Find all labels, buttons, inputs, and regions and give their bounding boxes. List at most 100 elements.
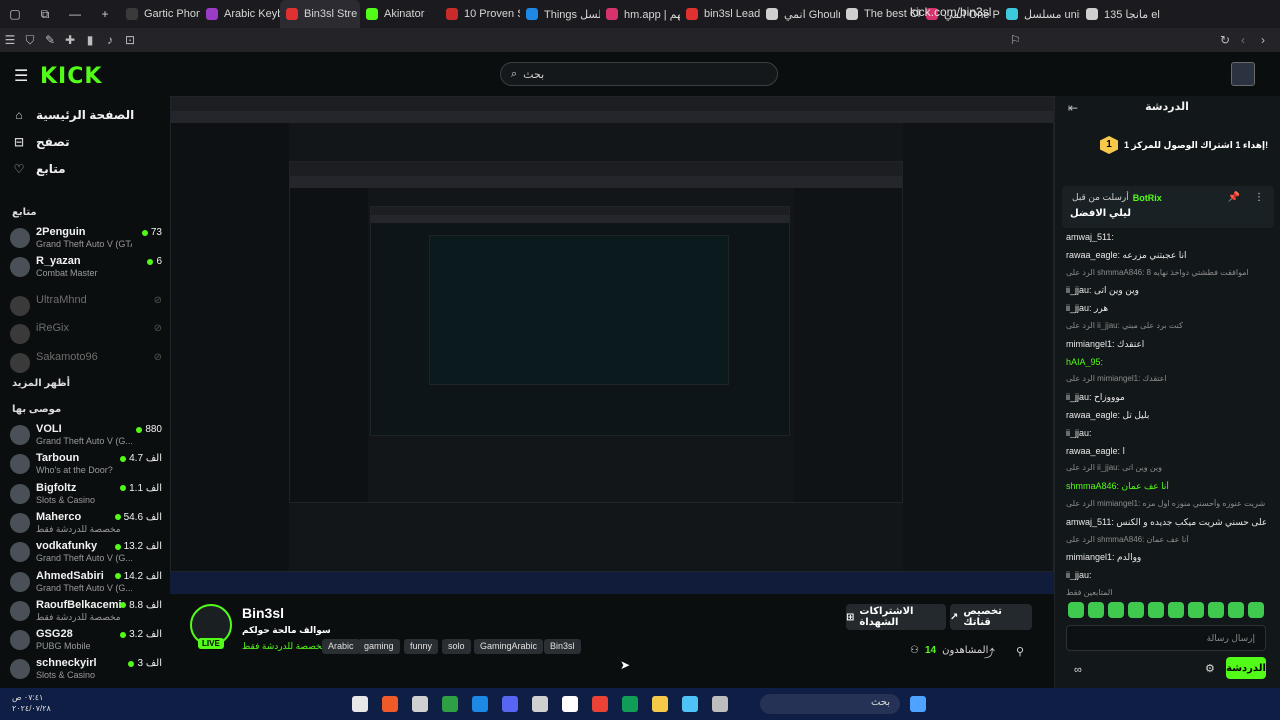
browser-tab[interactable]: Things مسلسل [520, 0, 600, 28]
chat-reply-context[interactable]: الرد على ii_jjau: كنت برد على مبني [1066, 321, 1266, 330]
stream-category[interactable]: مخصصة للدردشة فقط [242, 641, 327, 652]
taskbar-discord-icon[interactable] [502, 696, 518, 712]
customize-channel-button[interactable]: ↗ تخصيص قناتك [950, 604, 1032, 630]
stream-tag[interactable]: gaming [358, 639, 400, 654]
sidebar-channel[interactable]: iReGix ⊘ [10, 322, 162, 348]
user-avatar[interactable] [1231, 62, 1255, 86]
back-icon[interactable]: ‹ [1241, 33, 1245, 47]
taskbar-steam-tool-icon[interactable] [412, 696, 428, 712]
browser-tab[interactable]: Akinator [360, 0, 440, 28]
subscriptions-button[interactable]: ⊞ الاشتراكات الشهداة [846, 604, 946, 630]
chat-message[interactable]: rawaa_eagle: انا عجبتني مزرعه [1066, 250, 1266, 261]
sidebar-channel[interactable]: AhmedSabiri Grand Theft Auto V (G... 14.2 … [10, 570, 162, 596]
browser-tab[interactable]: The best ChatB [840, 0, 920, 28]
chat-message[interactable]: ii_jjau: موووزاح [1066, 392, 1266, 403]
chat-reply-context[interactable]: الرد على shmmaA846: أنا عف عمان [1066, 535, 1266, 544]
stream-tag[interactable]: Bin3sl [544, 639, 581, 654]
shield-icon[interactable]: ⛉ [20, 33, 40, 48]
emote-bar[interactable] [1068, 602, 1264, 618]
gift-leaderboard[interactable]: 1 إهداء 1 اشتراك الوصول للمركز 1! [1100, 136, 1268, 154]
browser-tab[interactable]: مانجا 135 eling [1080, 0, 1160, 28]
stream-tag[interactable]: GamingArabic [474, 639, 544, 654]
search-input[interactable]: ⌕ بحث [500, 62, 778, 86]
chat-reply-context[interactable]: الرد على ii_jjau: وين وين اتى [1066, 463, 1266, 472]
windows-start-icon[interactable] [910, 696, 926, 712]
video-player[interactable] [170, 96, 1054, 594]
sidebar-channel[interactable]: Maherco مخصصة للدردشة فقط 54.6 الف [10, 511, 162, 537]
browser-tab[interactable]: مسلسل unisher [1000, 0, 1080, 28]
pin-icon[interactable]: 📌 [1228, 192, 1240, 203]
sidebar-channel[interactable]: schneckyirl Slots & Casino 3 الف [10, 657, 162, 683]
browser-tab[interactable]: Gartic Phone [120, 0, 200, 28]
chat-input[interactable]: إرسال رسالة [1066, 625, 1266, 651]
nav-item[interactable]: ⊟ تصفح [12, 135, 70, 149]
stream-tag[interactable]: Arabic [322, 639, 360, 654]
screenshot-icon[interactable]: ⊡ [120, 33, 140, 47]
taskbar-vscode-icon[interactable] [682, 696, 698, 712]
sidebar-channel[interactable]: RaoufBelkacemi مخصصة للدردشة فقط 8.8 الف [10, 599, 162, 625]
reload-icon[interactable]: ↻ [1220, 33, 1230, 47]
chat-message[interactable]: rawaa_eagle: بليل تل [1066, 410, 1266, 421]
stream-tag[interactable]: solo [442, 639, 471, 654]
chat-reply-context[interactable]: المتابعين فقط [1066, 588, 1266, 597]
taskbar-folder-icon[interactable] [652, 696, 668, 712]
forward-icon[interactable]: › [1261, 33, 1265, 47]
sidebar-toggle-icon[interactable]: ☰ [0, 33, 20, 47]
taskbar-settings-icon[interactable] [352, 696, 368, 712]
taskbar-store-icon[interactable] [472, 696, 488, 712]
sidebar-channel[interactable]: UltraMhnd ⊘ [10, 294, 162, 320]
address-bar[interactable]: kick.com/bin3sl [910, 5, 991, 19]
chat-reply-context[interactable]: الرد على mimiangel1: شريت عنوزه وأحسني م… [1066, 499, 1266, 508]
chat-reply-context[interactable]: الرد على mimiangel1: اعتقدك [1066, 374, 1266, 383]
chat-message[interactable]: ii_jjau: وين وين اتى [1066, 285, 1266, 296]
browser-tab[interactable]: bin3sl Leaderb [680, 0, 760, 28]
browser-tab[interactable]: 10 Proven Strat [440, 0, 520, 28]
tab-overview-icon[interactable]: ⧉ [30, 7, 60, 22]
more-options-icon[interactable]: ⋮ [1254, 192, 1264, 203]
share-icon[interactable]: ⤴ [984, 645, 995, 661]
browser-tab[interactable]: Bin3sl Stre [280, 0, 360, 28]
chat-message[interactable]: ii_jjau: [1066, 428, 1266, 438]
chat-message[interactable]: amwaj_511: عنو على حسني شريت ميكب جديده … [1066, 517, 1266, 528]
puzzle-icon[interactable]: ✚ [60, 33, 80, 47]
chat-message[interactable]: mimiangel1: ووالدم [1066, 552, 1266, 563]
taskbar-game-icon[interactable] [562, 696, 578, 712]
infinity-icon[interactable]: ∞ [1074, 664, 1082, 676]
nav-item[interactable]: ⌂ الصفحة الرئيسية [12, 108, 134, 122]
panel-icon[interactable]: ▮ [80, 33, 100, 47]
settings-icon[interactable]: ⚙ [1205, 662, 1215, 675]
minimize-icon[interactable]: — [60, 7, 90, 21]
sidebar-channel[interactable]: VOLI Grand Theft Auto V (G... 880 [10, 423, 162, 449]
follow-icon[interactable]: ⚲ [1016, 645, 1024, 658]
kick-logo[interactable]: KICK [40, 64, 102, 89]
taskbar-notepad-icon[interactable] [712, 696, 728, 712]
sidebar-channel[interactable]: Bigfoltz Slots & Casino 1.1 الف [10, 482, 162, 508]
music-icon[interactable]: ♪ [100, 33, 120, 47]
pen-icon[interactable]: ✎ [40, 33, 60, 47]
pinned-user[interactable]: BotRix [1133, 193, 1162, 203]
browser-tab[interactable]: Arabic Keyboa [200, 0, 280, 28]
browser-tab[interactable]: hm.app | لعبهم [600, 0, 680, 28]
chat-message[interactable]: ii_jjau: هرر [1066, 303, 1266, 314]
taskbar-edge-icon[interactable] [622, 696, 638, 712]
chat-message[interactable]: amwaj_511: [1066, 232, 1266, 242]
sidebar-channel[interactable]: vodkafunky Grand Theft Auto V (G... 13.2 ا… [10, 540, 162, 566]
sidebar-channel[interactable]: GSG28 PUBG Mobile 3.2 الف [10, 628, 162, 654]
bookmark-icon[interactable]: ⚐ [1010, 33, 1021, 47]
chat-message[interactable]: rawaa_eagle: ا [1066, 446, 1266, 457]
chat-message[interactable]: ii_jjau: [1066, 570, 1266, 580]
section-header[interactable]: أظهر المزيد [12, 378, 70, 389]
menu-icon[interactable]: ☰ [14, 66, 28, 86]
window-menu-icon[interactable]: ▢ [0, 7, 30, 21]
sidebar-channel[interactable]: Tarboun Who's at the Door? 4.7 الف [10, 452, 162, 478]
pinned-message[interactable]: أرسلت من قبل BotRix ليلي الافضل 📌 ⋮ [1062, 186, 1274, 228]
stream-tag[interactable]: funny [404, 639, 439, 654]
taskbar-xbox-icon[interactable] [442, 696, 458, 712]
taskbar-brave-icon[interactable] [382, 696, 398, 712]
new-tab-icon[interactable]: + [90, 7, 120, 21]
sidebar-channel[interactable]: 2Penguin Grand Theft Auto V (GTA) 73 [10, 226, 162, 252]
browser-tab[interactable]: انمي Ghoulre [760, 0, 840, 28]
sidebar-channel[interactable]: R_yazan Combat Master 6 [10, 255, 162, 281]
taskbar-gallery-icon[interactable] [532, 696, 548, 712]
chat-message[interactable]: mimiangel1: اعتقدك [1066, 339, 1266, 350]
